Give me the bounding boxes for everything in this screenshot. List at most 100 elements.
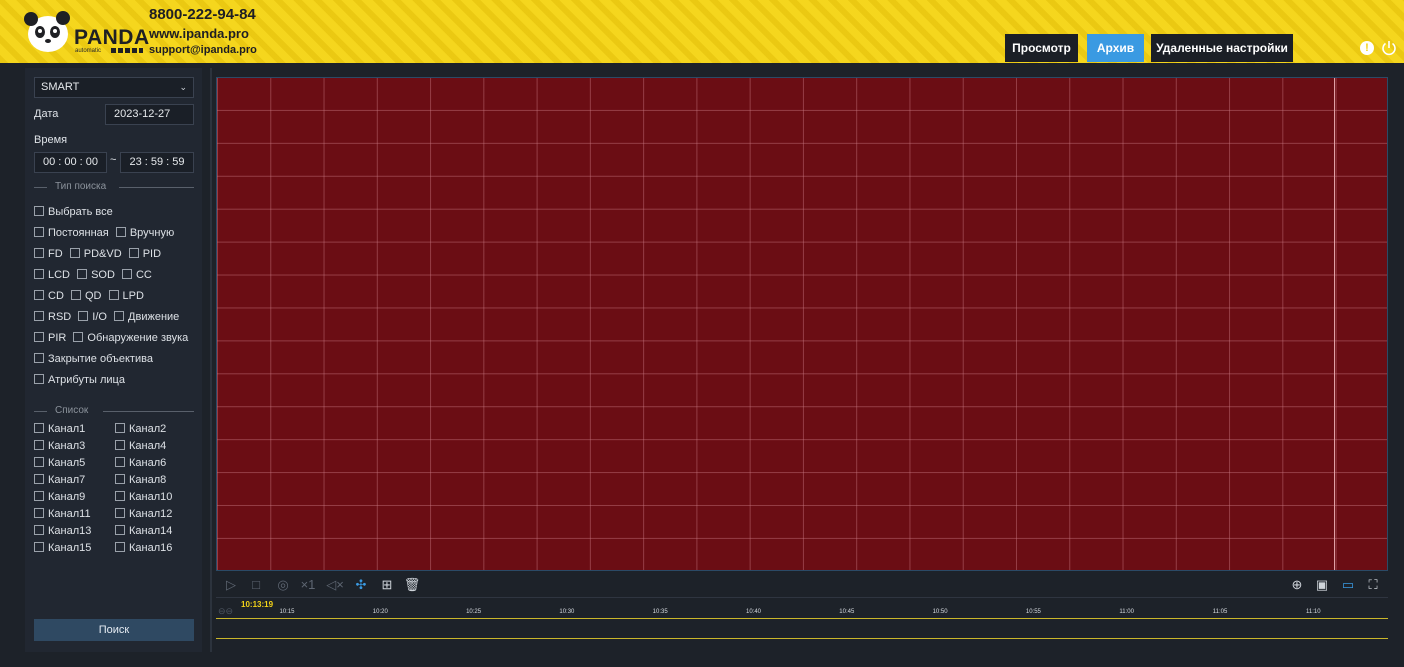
time-range-separator: ~: [110, 154, 117, 166]
zoom-in-icon[interactable]: ⊕: [1288, 576, 1306, 594]
channel-label: Канал14: [129, 525, 173, 538]
channel-label: Канал16: [129, 542, 173, 555]
timeline-tick-label: 10:15: [279, 609, 295, 615]
checkbox-lpd[interactable]: LPD: [108, 290, 144, 302]
checkbox-lens-cover[interactable]: Закрытие объектива: [34, 353, 153, 365]
time-to-field[interactable]: 23 : 59 : 59: [120, 152, 194, 173]
timeline-zoom-icon[interactable]: ⊖⊖: [218, 606, 233, 617]
checkbox-io[interactable]: I/O: [78, 311, 107, 323]
contact-website: www.ipanda.pro: [149, 26, 249, 41]
checkbox-qd[interactable]: QD: [70, 290, 101, 302]
channel-label: Канал4: [129, 440, 167, 453]
filter-row: Закрытие объектива: [34, 353, 157, 367]
checkbox-pir[interactable]: PIR: [34, 332, 66, 344]
search-type-section-header: Тип поиска: [34, 181, 194, 193]
timeline-tick-label: 10:40: [745, 609, 762, 615]
timeline-track: [216, 638, 1388, 639]
checkbox-pdvd[interactable]: PD&VD: [69, 248, 122, 260]
search-mode-select[interactable]: SMART ⌄: [34, 77, 194, 98]
brand-name: PANDA: [74, 26, 150, 49]
timeline-tick-label: 10:25: [466, 609, 482, 615]
channel-checkbox[interactable]: Канал16: [115, 542, 172, 554]
channel-checkbox[interactable]: Канал13: [34, 525, 91, 537]
checkbox-fd[interactable]: FD: [34, 248, 63, 260]
timeline-track: [216, 618, 1388, 619]
channel-checkbox[interactable]: Канал9: [34, 491, 85, 503]
power-icon[interactable]: [1380, 39, 1398, 57]
channel-checkbox[interactable]: Канал5: [34, 457, 85, 469]
contact-phone: 8800-222-94-84: [149, 6, 256, 23]
timeline-tick-label: 10:55: [1025, 609, 1041, 615]
nav-archive-button[interactable]: Архив: [1087, 34, 1144, 62]
checkbox-motion[interactable]: Движение: [114, 311, 179, 323]
search-type-title: Тип поиска: [55, 181, 107, 192]
channel-checkbox[interactable]: Канал7: [34, 474, 85, 486]
channel-checkbox[interactable]: Канал11: [34, 508, 91, 520]
playback-video-grid[interactable]: [216, 77, 1388, 571]
aspect-original-icon[interactable]: ▣: [1313, 576, 1331, 594]
checkbox-manual[interactable]: Вручную: [115, 227, 174, 239]
sidebar-divider: [210, 68, 212, 652]
nav-remote-settings-button[interactable]: Удаленные настройки: [1151, 34, 1293, 62]
date-field[interactable]: 2023-12-27: [105, 104, 194, 125]
delete-icon[interactable]: 🗑: [403, 576, 421, 594]
checkbox-sod[interactable]: SOD: [77, 269, 115, 281]
checkbox-permanent[interactable]: Постоянная: [34, 227, 109, 239]
channel-checkbox[interactable]: Канал14: [115, 525, 172, 537]
filter-row: RSD I/O Движение: [34, 311, 183, 325]
mute-icon[interactable]: ◁×: [326, 576, 344, 594]
channel-checkbox[interactable]: Канал8: [115, 474, 166, 486]
channel-label: Канал13: [48, 525, 92, 538]
aspect-stretch-icon[interactable]: ▭: [1339, 576, 1357, 594]
channel-checkbox[interactable]: Канал1: [34, 423, 85, 435]
filter-row: LCD SOD CC: [34, 269, 156, 283]
checkbox-sound-detection[interactable]: Обнаружение звука: [73, 332, 188, 344]
channel-checkbox[interactable]: Канал12: [115, 508, 172, 520]
timeline[interactable]: ⊖⊖ 10:13:19 10:15 10:20 10:25 10:30 10:35 10:…: [216, 597, 1388, 645]
search-button[interactable]: Поиск: [34, 619, 194, 641]
alert-icon[interactable]: !: [1360, 41, 1374, 55]
filter-row: Постоянная Вручную: [34, 227, 178, 241]
channel-checkbox[interactable]: Канал10: [115, 491, 172, 503]
timeline-tick-label: 10:30: [559, 609, 575, 615]
checkbox-pid[interactable]: PID: [128, 248, 161, 260]
time-from-field[interactable]: 00 : 00 : 00: [34, 152, 107, 173]
header-bar: PANDA automatic 8800-222-94-84 www.ipand…: [0, 0, 1404, 63]
panda-logo: [24, 11, 70, 52]
channel-checkbox[interactable]: Канал4: [115, 440, 166, 452]
channel-checkbox[interactable]: Канал15: [34, 542, 91, 554]
channel-label: Канал3: [48, 440, 86, 453]
channel-label: Канал15: [48, 542, 92, 555]
fullscreen-icon[interactable]: ⛶: [1364, 576, 1382, 594]
channel-label: Канал12: [129, 508, 173, 521]
filter-row: Атрибуты лица: [34, 374, 129, 388]
checkbox-lcd[interactable]: LCD: [34, 269, 70, 281]
nav-live-view-button[interactable]: Просмотр: [1005, 34, 1078, 62]
checkbox-cd[interactable]: CD: [34, 290, 64, 302]
checkbox-select-all[interactable]: Выбрать все: [34, 206, 113, 218]
speed-icon[interactable]: ×1: [299, 576, 317, 594]
channel-label: Канал5: [48, 457, 86, 470]
stop-icon[interactable]: □: [247, 576, 265, 594]
channel-checkbox[interactable]: Канал6: [115, 457, 166, 469]
chevron-down-icon: ⌄: [179, 82, 187, 92]
checkbox-face-attributes[interactable]: Атрибуты лица: [34, 374, 125, 386]
filter-row: Выбрать все: [34, 206, 117, 220]
checkbox-cc[interactable]: CC: [121, 269, 152, 281]
list-section-header: Список: [34, 405, 194, 417]
filter-row: FD PD&VD PID: [34, 248, 165, 262]
play-icon[interactable]: ▷: [222, 576, 240, 594]
channel-label: Канал9: [48, 491, 86, 504]
snapshot-icon[interactable]: ◎: [274, 576, 292, 594]
fan-icon[interactable]: ✣: [352, 576, 370, 594]
channel-label: Канал7: [48, 474, 86, 487]
timeline-tick-label: 10:20: [372, 609, 388, 615]
clip-icon[interactable]: ⊞: [378, 576, 396, 594]
channel-checkbox[interactable]: Канал2: [115, 423, 166, 435]
search-sidebar: SMART ⌄ Дата 2023-12-27 Время 00 : 00 : …: [25, 68, 202, 652]
timeline-tick-label: 11:05: [1212, 609, 1228, 615]
channel-checkbox[interactable]: Канал3: [34, 440, 85, 452]
time-label: Время: [34, 134, 68, 146]
checkbox-rsd[interactable]: RSD: [34, 311, 71, 323]
filter-row: PIR Обнаружение звука: [34, 332, 192, 346]
